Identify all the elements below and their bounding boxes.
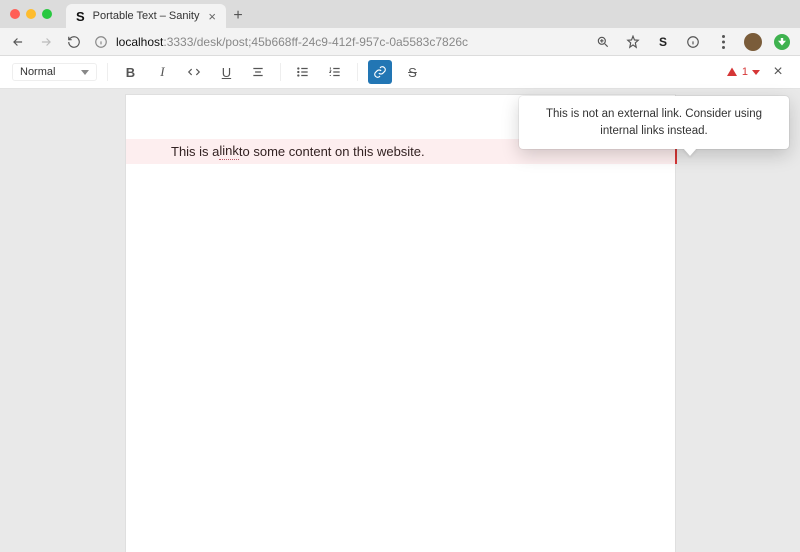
close-window-icon[interactable]	[10, 9, 20, 19]
separator	[357, 63, 358, 81]
extension-sanity-icon[interactable]: S	[654, 33, 672, 51]
new-tab-button[interactable]: +	[226, 4, 250, 28]
separator	[107, 63, 108, 81]
validation-tooltip: This is not an external link. Consider u…	[519, 96, 789, 149]
zoom-icon[interactable]	[594, 33, 612, 51]
site-info-icon[interactable]	[94, 35, 108, 49]
link-button[interactable]	[368, 60, 392, 84]
tab-strip: S Portable Text – Sanity × +	[0, 0, 800, 28]
code-button[interactable]	[182, 60, 206, 84]
editor-line[interactable]: This is a link to some content on this w…	[171, 139, 425, 164]
block-style-select[interactable]: Normal	[12, 63, 97, 81]
chevron-down-icon	[81, 70, 89, 75]
info-icon[interactable]	[684, 33, 702, 51]
editor-stage: This is a link to some content on this w…	[0, 89, 800, 552]
extension-download-icon[interactable]	[774, 34, 790, 50]
document-canvas[interactable]: This is a link to some content on this w…	[126, 95, 675, 552]
back-button[interactable]	[10, 34, 26, 50]
chevron-down-icon	[752, 70, 760, 75]
bullet-list-button[interactable]	[291, 60, 315, 84]
validation-warning-button[interactable]: 1	[726, 66, 760, 78]
profile-avatar[interactable]	[744, 33, 762, 51]
bold-button[interactable]: B	[118, 60, 142, 84]
numbered-list-button[interactable]	[323, 60, 347, 84]
editor-toolbar: Normal B I U S 1 ×	[0, 56, 800, 89]
align-button[interactable]	[246, 60, 270, 84]
italic-button[interactable]: I	[150, 60, 174, 84]
underline-button[interactable]: U	[214, 60, 238, 84]
window-controls[interactable]	[10, 0, 52, 28]
link-text[interactable]: link	[219, 143, 239, 160]
close-panel-button[interactable]: ×	[768, 63, 788, 81]
url-path: :3333/desk/post;45b668ff-24c9-412f-957c-…	[163, 35, 468, 49]
address-bar: localhost:3333/desk/post;45b668ff-24c9-4…	[0, 28, 800, 56]
url-host: localhost	[116, 35, 163, 49]
text-segment: This is a	[171, 144, 219, 159]
url-field[interactable]: localhost:3333/desk/post;45b668ff-24c9-4…	[94, 35, 582, 49]
favicon: S	[76, 9, 85, 24]
tooltip-text: This is not an external link. Consider u…	[546, 108, 762, 137]
tab-title: Portable Text – Sanity	[93, 10, 201, 22]
forward-button[interactable]	[38, 34, 54, 50]
menu-icon[interactable]	[714, 33, 732, 51]
close-tab-icon[interactable]: ×	[208, 10, 216, 23]
browser-tab[interactable]: S Portable Text – Sanity ×	[66, 4, 226, 28]
app-viewport: Normal B I U S 1 × This is a link	[0, 56, 800, 552]
maximize-window-icon[interactable]	[42, 9, 52, 19]
reload-button[interactable]	[66, 34, 82, 50]
bookmark-icon[interactable]	[624, 33, 642, 51]
text-segment: to some content on this website.	[239, 144, 425, 159]
warning-icon	[726, 66, 738, 78]
strikethrough-button[interactable]: S	[400, 60, 424, 84]
browser-chrome: S Portable Text – Sanity × + localhost:3…	[0, 0, 800, 56]
block-style-label: Normal	[20, 66, 55, 78]
separator	[280, 63, 281, 81]
minimize-window-icon[interactable]	[26, 9, 36, 19]
validation-count: 1	[742, 66, 748, 78]
